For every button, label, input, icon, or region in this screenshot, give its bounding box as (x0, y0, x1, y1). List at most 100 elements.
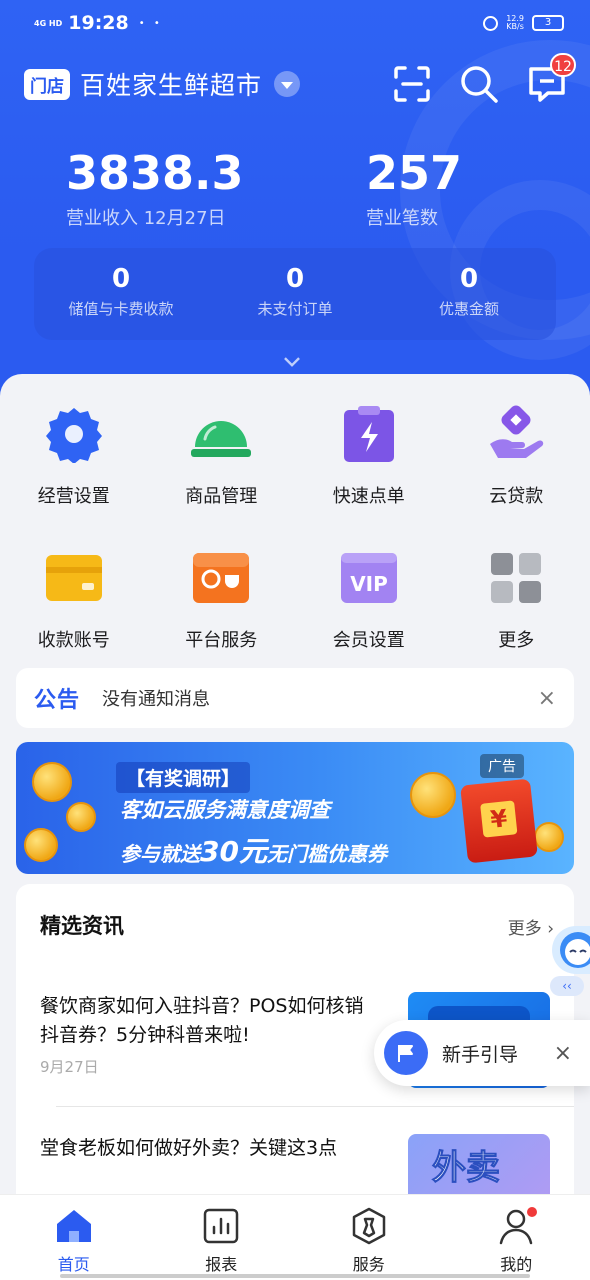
speed-unit: KB/s (506, 22, 524, 31)
card-icon (42, 546, 106, 610)
grid-label: 收款账号 (37, 630, 110, 651)
transaction-count-kpi[interactable]: 257 营业笔数 (366, 148, 462, 230)
store-tag: 门店 (24, 68, 70, 100)
notice-tag: 公告 (34, 682, 80, 714)
close-icon[interactable]: × (538, 686, 556, 711)
grid-label: 商品管理 (185, 486, 258, 507)
grid-label: 经营设置 (37, 486, 110, 507)
red-envelope-icon: ¥ (460, 778, 538, 864)
sub-stats-panel: 0 储值与卡费收款 0 未支付订单 0 优惠金额 (34, 248, 556, 340)
store-dropdown-icon[interactable] (274, 71, 301, 97)
coin-decoration (534, 822, 564, 852)
message-badge: 12 (550, 53, 576, 77)
network-speed: 12.9 KB/s (506, 15, 524, 31)
grid-label: 快速点单 (332, 486, 405, 507)
mascot-collapse-tab[interactable]: ‹‹ (550, 976, 584, 996)
scan-icon[interactable] (392, 64, 432, 104)
notification-dot (526, 1207, 537, 1217)
notice-tag-b: 告 (57, 688, 81, 713)
news-heading: 精选资讯 (40, 914, 124, 938)
revenue-value: 3838.3 (66, 146, 244, 200)
grid-label: 云贷款 (489, 486, 544, 507)
survey-banner[interactable]: 【有奖调研】 客如云服务满意度调查 参与就送30元无门槛优惠券 广告 ¥ (16, 742, 574, 874)
chart-icon (204, 1208, 239, 1244)
banner-tag: 【有奖调研】 (116, 762, 251, 793)
status-bar: 4G HD 19:28 • • 12.9 KB/s 3 (34, 10, 564, 36)
close-icon[interactable]: × (554, 1041, 572, 1066)
stat-label: 优惠金额 (438, 300, 499, 318)
tab-label: 报表 (205, 1255, 238, 1274)
platform-icon (189, 546, 253, 610)
coin-decoration (66, 802, 96, 832)
stat-stored-value[interactable]: 0 储值与卡费收款 (34, 248, 208, 340)
stat-value: 0 (285, 264, 305, 294)
grid-item-member-settings[interactable]: VIP 会员设置 (295, 542, 443, 660)
battery-icon: 3 (532, 15, 564, 31)
grid-item-business-settings[interactable]: 经营设置 (0, 398, 148, 516)
grid-item-payment-account[interactable]: 收款账号 (0, 542, 148, 660)
revenue-kpi[interactable]: 3838.3 营业收入 12月27日 (66, 148, 244, 230)
tab-service[interactable]: 服务 (295, 1195, 443, 1280)
grid-item-more[interactable]: 更多 (443, 542, 590, 660)
banner-title: 客如云服务满意度调查 (120, 798, 330, 822)
loan-hand-icon (484, 402, 548, 466)
count-label: 营业笔数 (366, 208, 438, 229)
function-grid: 经营设置 商品管理 快速点单 云贷款 收款账号 平台服务 VIP 会员设置 更多 (0, 398, 590, 660)
divider (56, 1106, 574, 1107)
tab-label: 首页 (57, 1255, 90, 1274)
notice-tag-a: 公 (34, 688, 58, 713)
message-icon[interactable]: 12 (526, 53, 576, 105)
stat-value: 0 (111, 264, 131, 294)
network-indicator: 4G HD (34, 18, 63, 28)
stat-label: 未支付订单 (257, 300, 333, 318)
tab-label: 服务 (352, 1255, 385, 1274)
guide-label: 新手引导 (442, 1043, 519, 1066)
news-more-link[interactable]: 更多 › (508, 914, 554, 939)
count-value: 257 (366, 146, 463, 200)
grid-label: 会员设置 (332, 630, 405, 651)
coin-decoration (24, 828, 58, 862)
stat-unpaid-orders[interactable]: 0 未支付订单 (208, 248, 382, 340)
notification-dots: • • (138, 17, 163, 29)
clock: 19:28 (68, 12, 129, 34)
grid-item-product-management[interactable]: 商品管理 (148, 398, 296, 516)
tab-label: 我的 (500, 1255, 533, 1274)
article-title: 堂食老板如何做好外卖？关键这3点 (40, 1137, 338, 1159)
coin-decoration (32, 762, 72, 802)
flag-icon (384, 1031, 428, 1075)
yen-icon: ¥ (480, 800, 518, 838)
thumbnail-text: 外卖 (432, 1148, 501, 1189)
stat-discount[interactable]: 0 优惠金额 (382, 248, 556, 340)
revenue-label: 营业收入 12月27日 (66, 208, 226, 229)
notice-bar[interactable]: 公告 没有通知消息 × (16, 668, 574, 728)
stat-value: 0 (459, 264, 479, 294)
notice-message: 没有通知消息 (102, 689, 211, 710)
grid-label: 更多 (498, 630, 535, 651)
grid-item-platform-service[interactable]: 平台服务 (148, 542, 296, 660)
grid-item-cloud-loan[interactable]: 云贷款 (443, 398, 590, 516)
ad-label: 广告 (480, 754, 524, 778)
service-icon (352, 1207, 385, 1245)
tab-mine[interactable]: 我的 (443, 1195, 590, 1280)
home-indicator (60, 1274, 530, 1278)
bottom-tab-bar: 首页 报表 服务 我的 (0, 1194, 590, 1280)
vip-icon: VIP (337, 546, 401, 610)
search-icon[interactable] (458, 63, 500, 105)
dashboard-header: 4G HD 19:28 • • 12.9 KB/s 3 门店 百姓家生鲜超市 1… (0, 0, 590, 420)
news-article[interactable]: 堂食老板如何做好外卖？关键这3点 外卖 (40, 1134, 550, 1230)
grid-item-quick-order[interactable]: 快速点单 (295, 398, 443, 516)
tab-home[interactable]: 首页 (0, 1195, 148, 1280)
svg-text:VIP: VIP (350, 572, 388, 596)
beginner-guide-pill[interactable]: 新手引导 × (374, 1020, 590, 1086)
tab-reports[interactable]: 报表 (148, 1195, 296, 1280)
store-name[interactable]: 百姓家生鲜超市 (80, 66, 262, 102)
alarm-icon (483, 15, 499, 31)
expand-chevron-icon[interactable] (284, 351, 300, 367)
banner-subtitle: 参与就送30元无门槛优惠券 (120, 835, 387, 868)
gear-icon (42, 402, 106, 466)
stat-label: 储值与卡费收款 (68, 300, 174, 318)
coin-decoration (410, 772, 456, 818)
grid-label: 平台服务 (185, 630, 258, 651)
lightning-clipboard-icon (337, 402, 401, 466)
article-title: 餐饮商家如何入驻抖音？POS如何核销抖音券？5分钟科普来啦! (40, 995, 364, 1046)
